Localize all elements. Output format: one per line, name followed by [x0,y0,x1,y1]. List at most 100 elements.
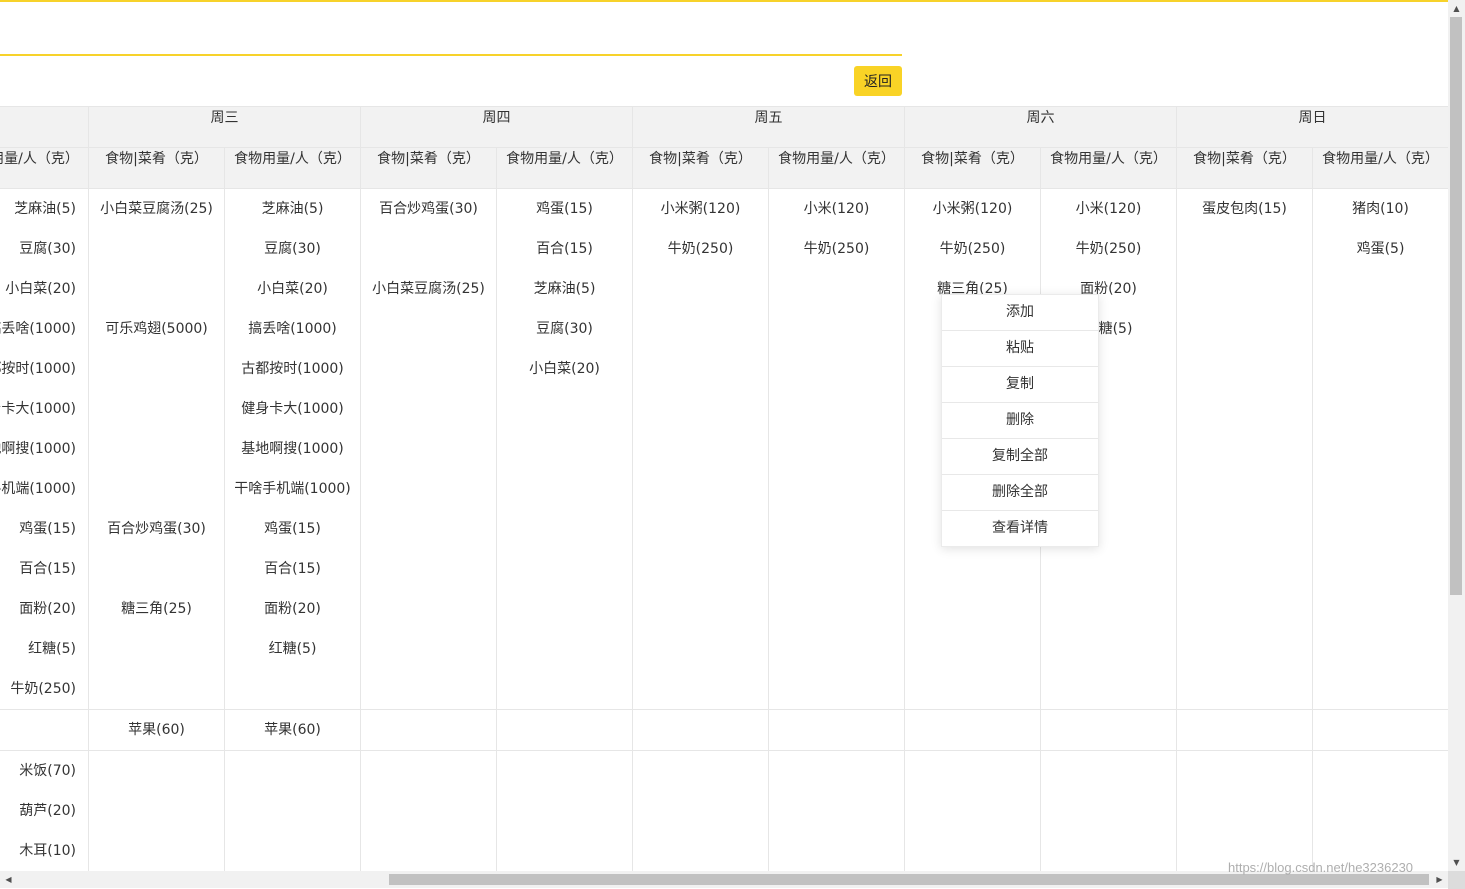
menu-cell[interactable]: 蛋皮包肉(15) [1176,188,1313,710]
food-item[interactable]: 小白菜豆腐汤(25) [89,189,224,229]
vertical-scroll-thumb[interactable] [1450,17,1462,595]
food-item[interactable]: 豆腐(30) [497,309,632,349]
food-item[interactable]: 糖三角(25) [89,589,224,629]
food-item[interactable]: 芝麻油(5) [0,189,76,229]
food-item[interactable]: 红糖(5) [225,629,360,669]
menu-cell[interactable] [768,709,905,751]
menu-cell[interactable] [360,709,497,751]
menu-cell[interactable]: 百合炒鸡蛋(30) 小白菜豆腐汤(25) [360,188,497,710]
menu-cell[interactable] [632,750,769,871]
food-item[interactable]: 鸡蛋(15) [497,189,632,229]
menu-cell[interactable] [496,750,633,871]
scroll-up-arrow-icon[interactable]: ▲ [1448,0,1465,17]
food-item[interactable]: 苹果(60) [89,710,224,750]
menu-cell[interactable]: 苹果(60) [88,709,225,751]
menu-cell[interactable] [496,709,633,751]
food-item[interactable]: 百合(15) [225,549,360,589]
menu-cell[interactable] [632,709,769,751]
back-button[interactable]: 返回 [854,66,902,96]
scroll-right-arrow-icon[interactable]: ▶ [1431,871,1448,888]
food-item[interactable]: 小白菜(20) [497,349,632,389]
food-item[interactable]: 小白菜(20) [225,269,360,309]
menu-cell[interactable] [1176,709,1313,751]
food-item[interactable]: 健身卡大(1000) [0,389,76,429]
food-item[interactable]: 古都按时(1000) [225,349,360,389]
food-item[interactable]: 基地啊搜(1000) [225,429,360,469]
food-item[interactable]: 小白菜(20) [0,269,76,309]
food-item[interactable]: 豆腐(30) [0,229,76,269]
context-menu-item[interactable]: 添加 [942,295,1098,331]
food-item[interactable]: 小米(120) [1041,189,1176,229]
food-item[interactable]: 豆腐(30) [225,229,360,269]
menu-cell[interactable]: 小米粥(120) 牛奶(250) [632,188,769,710]
menu-cell[interactable] [1312,709,1448,751]
food-item[interactable]: 面粉(20) [0,589,76,629]
food-item[interactable]: 蛋皮包肉(15) [1177,189,1312,229]
menu-cell[interactable] [0,709,89,751]
food-item[interactable]: 芝麻油(5) [225,189,360,229]
food-item[interactable]: 百合炒鸡蛋(30) [361,189,496,229]
food-item[interactable]: 小米粥(120) [905,189,1040,229]
context-menu-item[interactable]: 粘贴 [942,331,1098,367]
menu-cell[interactable] [1312,750,1448,871]
food-item[interactable]: 牛奶(250) [633,229,768,269]
food-item [89,469,224,509]
food-item[interactable]: 米饭(70) [0,751,76,791]
food-item[interactable]: 葫芦(20) [0,791,76,831]
menu-cell[interactable] [904,709,1041,751]
food-item[interactable]: 搞丢啥(1000) [225,309,360,349]
menu-cell[interactable] [768,750,905,871]
title-input-underline[interactable] [0,54,902,56]
menu-cell[interactable]: 芝麻油(5)豆腐(30)小白菜(20)搞丢啥(1000)古都按时(1000)健身… [0,188,89,710]
food-item[interactable]: 小米(120) [769,189,904,229]
menu-cell[interactable] [1176,750,1313,871]
food-item[interactable]: 牛奶(250) [769,229,904,269]
food-item[interactable]: 小米粥(120) [633,189,768,229]
menu-cell[interactable]: 猪肉(10) 鸡蛋(5) [1312,188,1448,710]
context-menu-item[interactable]: 查看详情 [942,511,1098,546]
food-item[interactable]: 牛奶(250) [905,229,1040,269]
food-item[interactable]: 干啥手机端(1000) [225,469,360,509]
food-item[interactable]: 鸡蛋(15) [0,509,76,549]
context-menu-item[interactable]: 删除全部 [942,475,1098,511]
context-menu-item[interactable]: 删除 [942,403,1098,439]
food-item[interactable]: 搞丢啥(1000) [0,309,76,349]
food-item[interactable]: 百合(15) [497,229,632,269]
horizontal-scroll-thumb[interactable] [389,874,1429,885]
food-item[interactable]: 健身卡大(1000) [225,389,360,429]
menu-cell[interactable]: 小米(120) 牛奶(250) [768,188,905,710]
menu-cell[interactable]: 鸡蛋(15) 百合(15) 芝麻油(5) 豆腐(30) 小白菜(20) [496,188,633,710]
menu-cell[interactable]: 米饭(70) 葫芦(20) 木耳(10) [0,750,89,871]
food-item[interactable]: 芝麻油(5) [497,269,632,309]
food-item[interactable]: 牛奶(250) [0,669,76,709]
food-item[interactable]: 古都按时(1000) [0,349,76,389]
food-item[interactable]: 面粉(20) [225,589,360,629]
menu-cell[interactable]: 芝麻油(5)豆腐(30)小白菜(20)搞丢啥(1000)古都按时(1000)健身… [224,188,361,710]
menu-cell[interactable] [904,750,1041,871]
menu-cell[interactable] [1040,750,1177,871]
menu-cell[interactable] [1040,709,1177,751]
food-item[interactable]: 苹果(60) [225,710,360,750]
food-item[interactable]: 红糖(5) [0,629,76,669]
food-item[interactable]: 小白菜豆腐汤(25) [361,269,496,309]
food-item[interactable]: 百合(15) [0,549,76,589]
food-item[interactable]: 牛奶(250) [1041,229,1176,269]
food-item[interactable]: 可乐鸡翅(5000) [89,309,224,349]
food-item[interactable]: 基地啊搜(1000) [0,429,76,469]
food-item[interactable]: 鸡蛋(15) [225,509,360,549]
menu-cell[interactable]: 苹果(60) [224,709,361,751]
food-item[interactable]: 干啥手机端(1000) [0,469,76,509]
vertical-scrollbar[interactable]: ▲ ▼ [1448,0,1465,871]
food-item[interactable]: 百合炒鸡蛋(30) [89,509,224,549]
menu-cell[interactable] [88,750,225,871]
menu-cell[interactable] [224,750,361,871]
menu-cell[interactable] [360,750,497,871]
context-menu-item[interactable]: 复制全部 [942,439,1098,475]
context-menu-item[interactable]: 复制 [942,367,1098,403]
food-item[interactable]: 木耳(10) [0,831,76,871]
menu-cell[interactable]: 小白菜豆腐汤(25) 可乐鸡翅(5000) 百合炒鸡蛋(30) 糖三角(25) [88,188,225,710]
scroll-down-arrow-icon[interactable]: ▼ [1448,854,1465,871]
food-item[interactable]: 猪肉(10) [1313,189,1448,229]
scroll-left-arrow-icon[interactable]: ◀ [0,871,17,888]
food-item[interactable]: 鸡蛋(5) [1313,229,1448,269]
